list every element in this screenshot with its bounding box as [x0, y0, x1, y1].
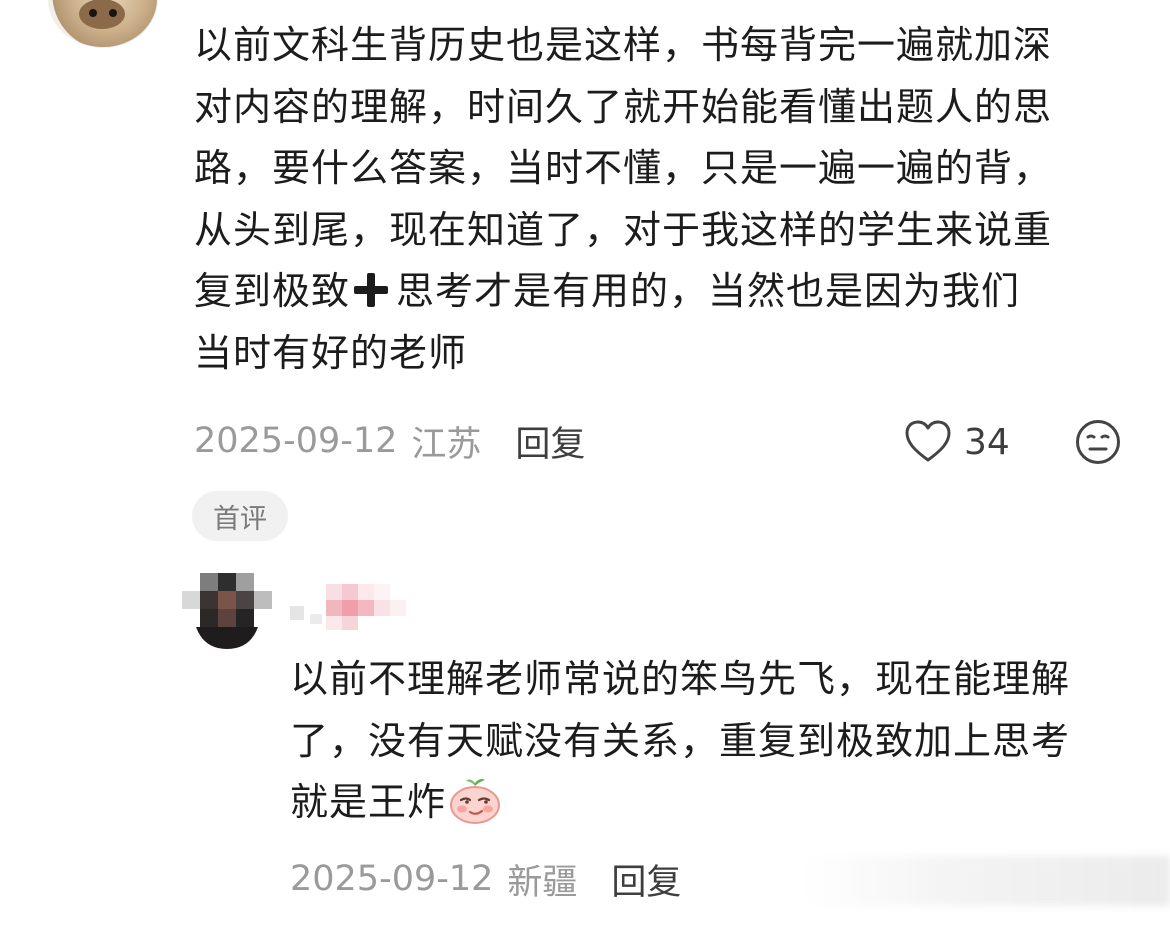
mosaic-avatar-image: [182, 573, 272, 649]
comment-line: 复到极致 思考才是有用的，当然也是因为我们: [194, 261, 1124, 323]
heart-outline-icon: [905, 420, 951, 462]
first-comment-tag: 首评: [192, 491, 288, 541]
avatar-eye: [89, 9, 97, 17]
comment-line: 对内容的理解，时间久了就开始能看懂出题人的思: [194, 84, 1053, 129]
comment-meta: 2025-09-12 江苏 回复: [194, 416, 585, 467]
commenter-avatar[interactable]: [48, 0, 158, 48]
like-count: 34: [964, 421, 1010, 463]
reply-avatar[interactable]: [182, 573, 272, 649]
avatar-eye: [109, 9, 117, 17]
peach-emoji-icon: [450, 779, 501, 824]
comment-location: 江苏: [411, 424, 482, 465]
comment-line-part: 思考才是有用的，当然也是因为我们: [396, 269, 1021, 313]
plus-icon: [352, 271, 390, 309]
comment-body: 以前文科生背历史也是这样，书每背完一遍就加深 对内容的理解，时间久了就开始能看懂…: [194, 15, 1124, 384]
reply-username-mosaic[interactable]: [290, 578, 440, 632]
avatar-dog-face: [79, 0, 125, 29]
meh-face-icon[interactable]: [1075, 419, 1121, 465]
comment-date: 2025-09-12: [194, 421, 398, 461]
reply-line: 以前不理解老师常说的笨鸟先飞，现在能理解: [290, 657, 1071, 701]
blurred-region: [800, 856, 1170, 906]
reply-button[interactable]: 回复: [515, 416, 585, 467]
comment-line: 以前文科生背历史也是这样，书每背完一遍就加深: [194, 23, 1053, 67]
comment-line-part: 复到极致: [194, 269, 351, 313]
reply-meta: 2025-09-12 新疆 回复: [290, 854, 681, 905]
reply-location: 新疆: [507, 862, 578, 903]
like-button[interactable]: 34: [904, 418, 1010, 466]
reply-date: 2025-09-12: [290, 859, 494, 899]
reply-body: 以前不理解老师常说的笨鸟先飞，现在能理解 了，没有天赋没有关系，重复到极致加上思…: [290, 649, 1130, 834]
reply-to-reply-button[interactable]: 回复: [611, 854, 681, 905]
comment-line: 当时有好的老师: [194, 330, 468, 375]
reply-line-text: 就是王炸: [290, 780, 447, 824]
comment-line: 路，要什么答案，当时不懂，只是一遍一遍的背，: [194, 146, 1053, 190]
reply-line: 就是王炸: [290, 772, 1130, 834]
comment-line: 从头到尾，现在知道了，对于我这样的学生来说重: [194, 207, 1053, 252]
reply-line: 了，没有天赋没有关系，重复到极致加上思考: [290, 718, 1071, 763]
